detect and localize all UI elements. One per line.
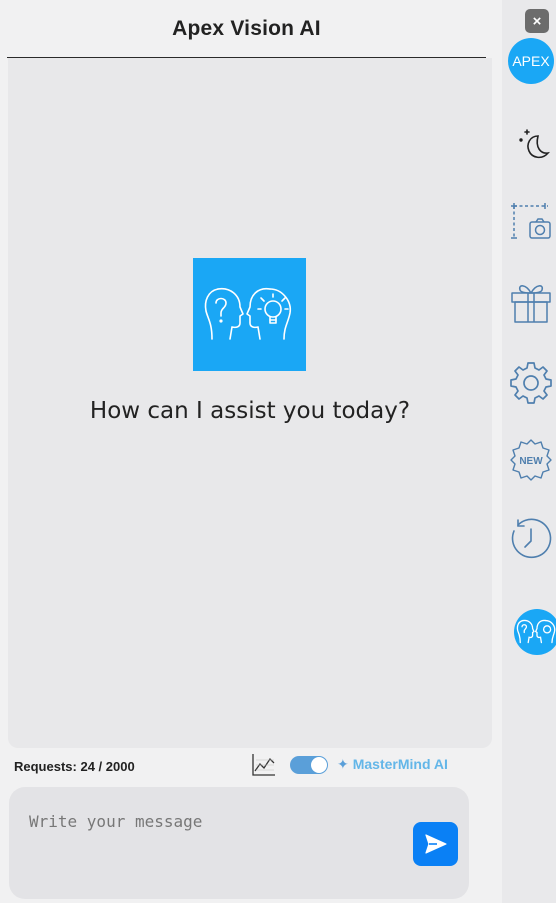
close-icon: × [532,12,542,30]
mastermind-text: MasterMind AI [352,756,448,772]
mastermind-toggle[interactable] [290,756,328,774]
apex-button[interactable]: APEX [508,38,554,84]
mastermind-label: ✦ MasterMind AI [337,756,448,773]
mastermind-icon [516,619,556,644]
send-button[interactable] [413,822,458,866]
apex-label: APEX [512,53,550,69]
composer [9,787,469,899]
requests-counter: Requests: 24 / 2000 [14,759,135,774]
app-title: Apex Vision AI [172,16,321,40]
status-row: Requests: 24 / 2000 ✦ MasterMind AI [0,752,502,780]
header: Apex Vision AI [7,0,486,58]
sparkle-icon: ✦ [337,756,349,772]
screenshot-icon[interactable] [508,200,554,246]
chat-area: How can I assist you today? [8,58,492,748]
history-icon[interactable] [508,516,554,562]
moon-stars-icon[interactable] [508,122,554,168]
new-badge-text: NEW [519,456,543,467]
main-panel: Apex Vision AI How can I assist you toda… [0,0,502,903]
mastermind-button[interactable] [514,609,556,655]
gear-icon[interactable] [508,358,554,404]
chart-icon[interactable] [251,753,276,777]
sidebar: × APEX NEW [502,0,556,903]
thinking-heads-icon [204,287,291,340]
toggle-knob [311,757,327,773]
message-input[interactable] [29,809,399,833]
send-icon [424,834,447,854]
new-badge-icon[interactable]: NEW [508,437,554,483]
assistant-logo [193,258,306,371]
close-button[interactable]: × [525,9,549,33]
gift-icon[interactable] [508,278,554,324]
welcome-message: How can I assist you today? [89,398,411,424]
